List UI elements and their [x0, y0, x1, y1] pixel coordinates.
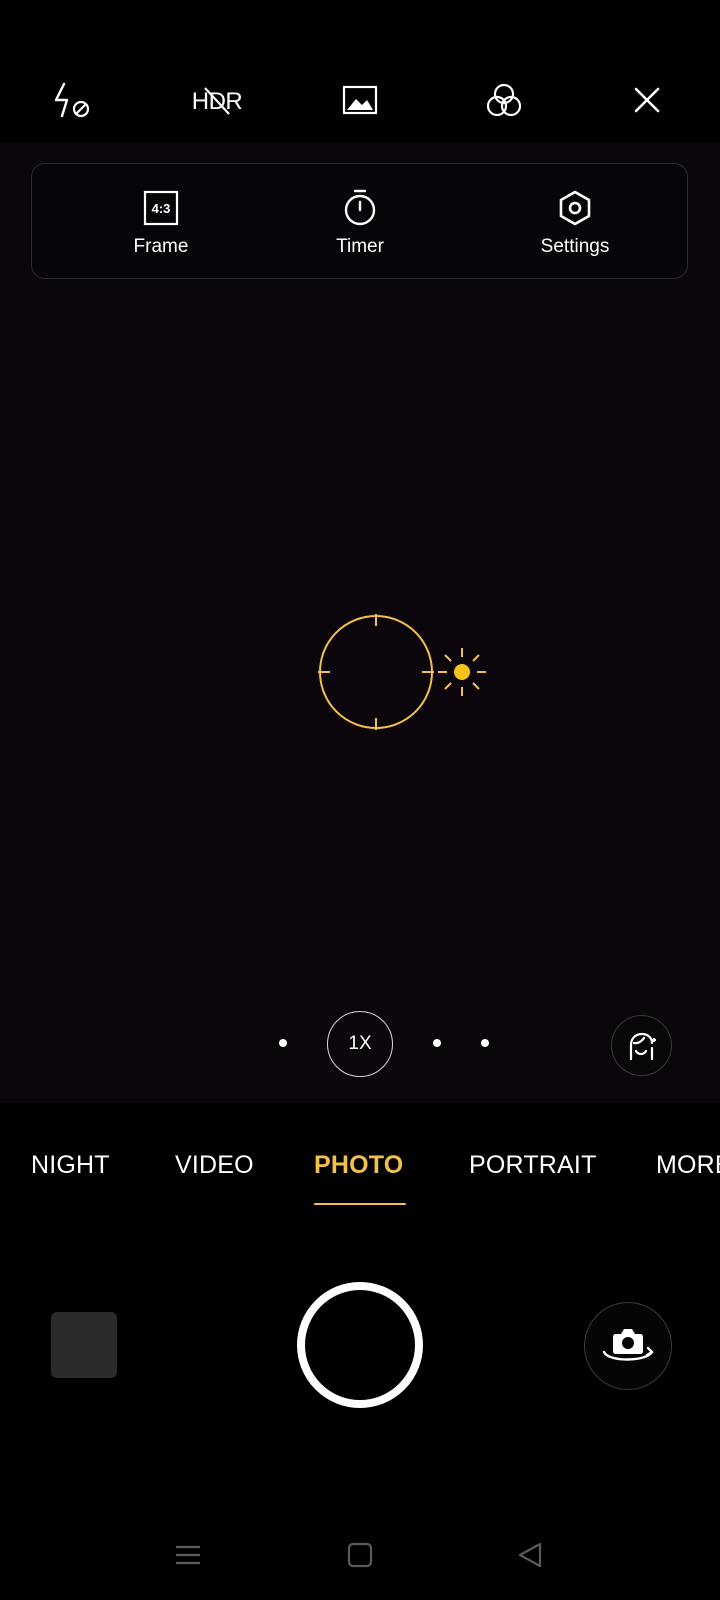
menu-button[interactable] — [163, 1533, 213, 1577]
zoom-level-dot[interactable] — [481, 1039, 489, 1047]
focus-ring-icon — [318, 614, 434, 730]
gallery-thumbnail[interactable] — [51, 1312, 117, 1378]
back-icon — [518, 1542, 542, 1568]
zoom-label: 1X — [348, 1033, 372, 1054]
switch-camera-icon — [602, 1329, 654, 1361]
image-button[interactable] — [336, 76, 384, 124]
focus-indicator[interactable] — [316, 612, 488, 736]
timer-label: Timer — [336, 236, 384, 257]
timer-option[interactable]: Timer — [280, 188, 440, 258]
aspect-ratio-icon: 4:3 — [143, 190, 179, 226]
home-icon — [347, 1542, 373, 1568]
mode-portrait[interactable]: PORTRAIT — [469, 1151, 597, 1180]
frame-label: Frame — [133, 236, 189, 257]
beauty-face-icon — [629, 1032, 656, 1060]
mode-video[interactable]: VIDEO — [175, 1151, 254, 1180]
close-icon — [634, 87, 660, 113]
filter-button[interactable] — [480, 76, 528, 124]
quick-settings-panel: 4:3 Frame Timer Settings — [31, 163, 688, 279]
image-icon — [342, 85, 378, 115]
zoom-button[interactable]: 1X — [327, 1011, 393, 1077]
timer-icon — [344, 189, 376, 226]
mode-selector: NIGHT VIDEO PHOTO PORTRAIT MORE — [0, 1103, 720, 1213]
frame-option[interactable]: 4:3 Frame — [81, 188, 241, 258]
menu-icon — [176, 1545, 200, 1565]
switch-camera-button[interactable] — [584, 1302, 672, 1390]
hdr-off-button[interactable]: HDR — [183, 76, 251, 124]
svg-text:4:3: 4:3 — [152, 201, 171, 216]
home-button[interactable] — [335, 1533, 385, 1577]
settings-label: Settings — [540, 236, 610, 257]
mode-more[interactable]: MORE — [656, 1151, 720, 1180]
back-button[interactable] — [505, 1533, 555, 1577]
settings-option[interactable]: Settings — [495, 188, 655, 258]
top-bar: HDR — [0, 0, 720, 143]
zoom-level-dot[interactable] — [279, 1039, 287, 1047]
zoom-level-dot[interactable] — [433, 1039, 441, 1047]
navigation-bar — [0, 1520, 720, 1590]
shutter-button[interactable] — [297, 1282, 423, 1408]
mode-photo[interactable]: PHOTO — [314, 1151, 403, 1180]
settings-icon — [559, 190, 591, 226]
exposure-sun-icon[interactable] — [438, 648, 486, 696]
filter-icon — [486, 83, 522, 117]
close-button[interactable] — [623, 76, 671, 124]
hdr-off-icon: HDR — [192, 87, 243, 115]
flash-off-button[interactable] — [48, 76, 96, 124]
mode-night[interactable]: NIGHT — [31, 1151, 110, 1180]
beauty-button[interactable] — [611, 1015, 672, 1076]
flash-off-icon — [54, 82, 90, 118]
active-mode-underline — [314, 1203, 406, 1205]
